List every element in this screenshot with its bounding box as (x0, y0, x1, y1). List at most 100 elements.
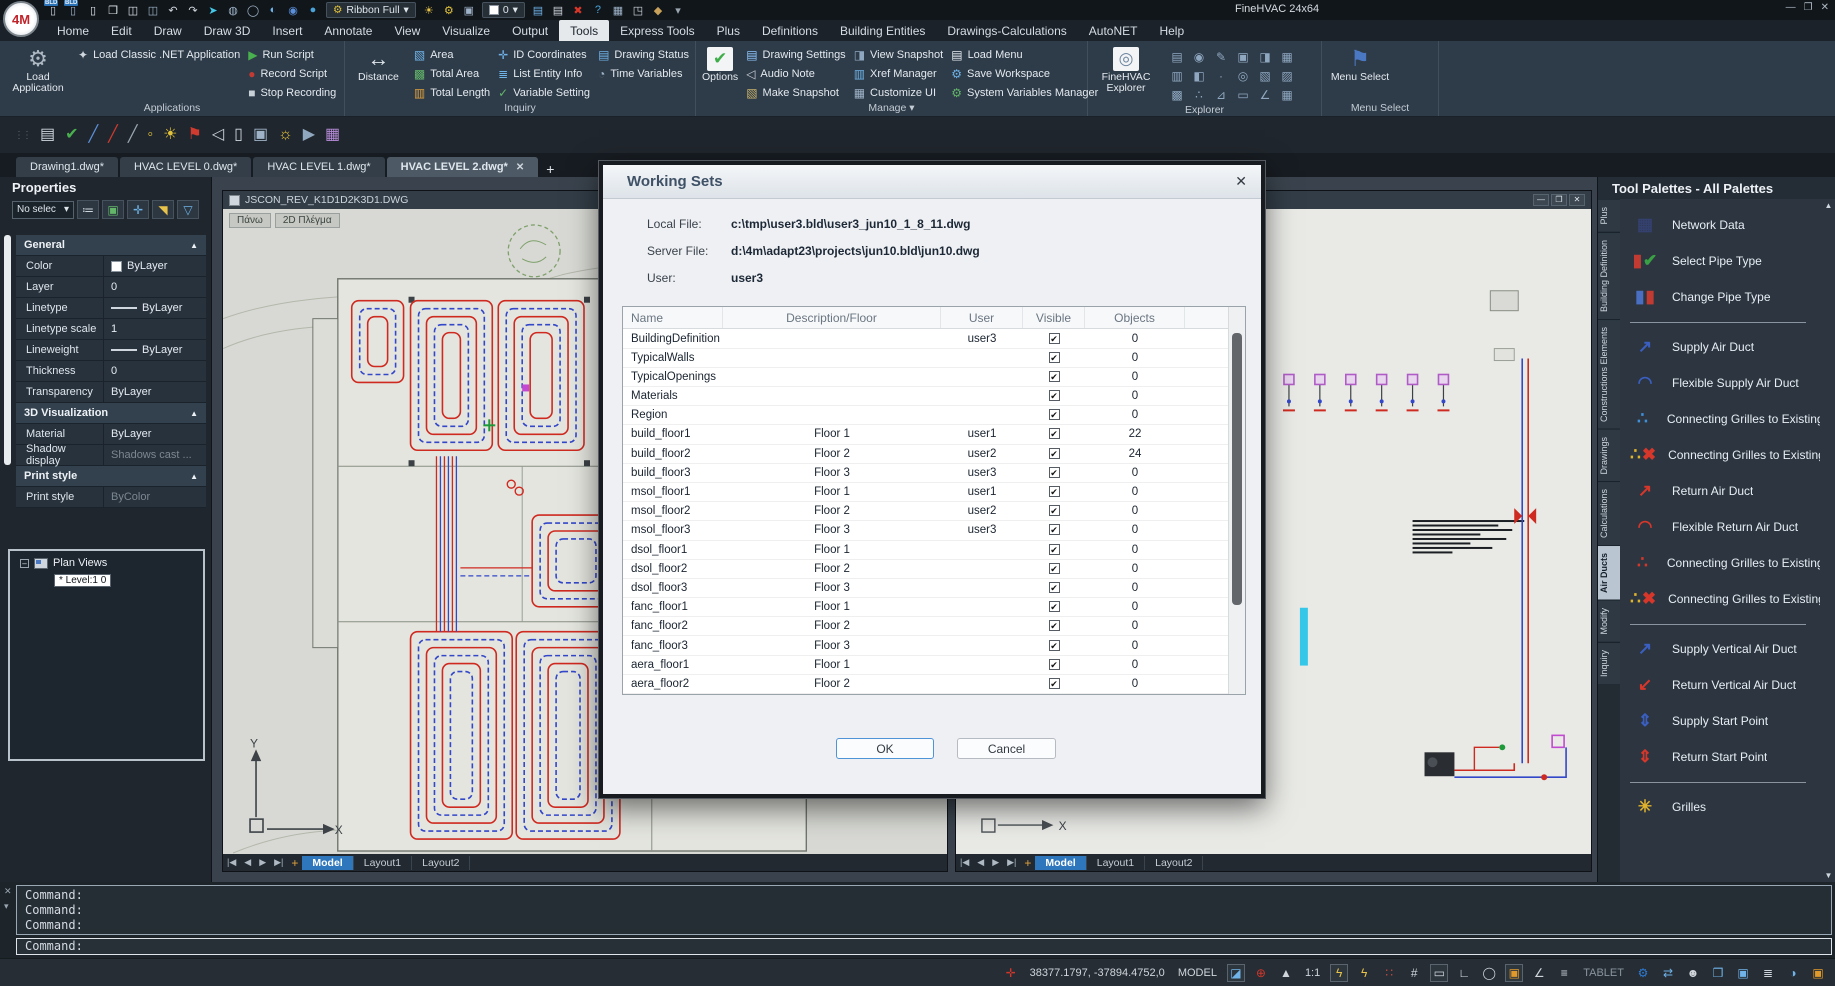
window-restore-icon[interactable]: ❐ (1551, 194, 1567, 206)
table-row[interactable]: aera_floor2Floor 2✔0 (623, 675, 1228, 694)
palette-scrollbar[interactable]: ▲ ▼ (1822, 199, 1835, 882)
explorer-tool-5-icon[interactable]: ◨ (1254, 47, 1276, 66)
package-icon[interactable]: ◳ (629, 2, 647, 18)
palette-item-supply-vertical-air-duct[interactable]: ↗Supply Vertical Air Duct (1630, 631, 1820, 667)
sheet-nav-icon-2[interactable]: ▶ (255, 857, 270, 868)
visible-checkbox[interactable]: ✔ (1049, 563, 1060, 574)
visible-checkbox[interactable]: ✔ (1049, 620, 1060, 631)
explorer-tool-3-icon[interactable]: ✎ (1210, 47, 1232, 66)
property-row-thickness[interactable]: Thickness0 (16, 361, 206, 382)
sheet-nav-icon-3[interactable]: ▶| (1003, 857, 1020, 868)
forward-arrow-icon[interactable]: ▶ (303, 129, 315, 141)
menu-tab-insert[interactable]: Insert (261, 20, 313, 41)
viewport-control-[interactable]: Πάνω (229, 213, 271, 228)
blue-line-icon[interactable]: ╱ (89, 129, 99, 141)
menu-tab-building-entities[interactable]: Building Entities (829, 20, 936, 41)
viewport-control-2d[interactable]: 2D Πλέγμα (275, 213, 340, 228)
layer-control[interactable]: 0 ▾ (482, 2, 525, 18)
model-space-label[interactable]: MODEL (1175, 967, 1220, 979)
menu-tab-plus[interactable]: Plus (706, 20, 751, 41)
palette-tab-constructions-elements[interactable]: Constructions Elements (1598, 319, 1620, 429)
document-tab-drawing1-dwg[interactable]: Drawing1.dwg* (16, 157, 118, 177)
isodraft-icon[interactable]: ▲ (1277, 964, 1295, 982)
visible-checkbox[interactable]: ✔ (1049, 601, 1060, 612)
customize-ui-button[interactable]: ▦Customize UI (854, 84, 944, 102)
table-row[interactable]: msol_floor2Floor 2user2✔0 (623, 502, 1228, 521)
property-row-material[interactable]: MaterialByLayer (16, 424, 206, 445)
sheet-tab-layout1[interactable]: Layout1 (1087, 856, 1145, 870)
visible-checkbox[interactable]: ✔ (1049, 448, 1060, 459)
sphere-hidden-icon[interactable]: ◯ (244, 2, 262, 18)
sheet-nav-icon-0[interactable]: |◀ (223, 857, 240, 868)
stop-recording-button[interactable]: ■Stop Recording (248, 84, 336, 102)
table-row[interactable]: Materials✔0 (623, 387, 1228, 406)
palette-tab-modify[interactable]: Modify (1598, 600, 1620, 642)
visible-checkbox[interactable]: ✔ (1049, 352, 1060, 363)
visible-checkbox[interactable]: ✔ (1049, 582, 1060, 593)
plot-preview-icon[interactable]: ▤ (40, 129, 55, 141)
tab-close-icon[interactable]: ✕ (516, 162, 524, 173)
table-row[interactable]: dsol_floor3Floor 3✔0 (623, 579, 1228, 598)
cube-icon[interactable]: ◆ (649, 2, 667, 18)
palette-tab-drawings[interactable]: Drawings (1598, 429, 1620, 482)
property-row-linetype[interactable]: LinetypeByLayer (16, 298, 206, 319)
palette-item-supply-start-point[interactable]: ⇕Supply Start Point (1630, 703, 1820, 739)
explorer-tool-15-icon[interactable]: ⊿ (1210, 85, 1232, 104)
table-row[interactable]: build_floor1Floor 1user1✔22 (623, 425, 1228, 444)
menu-tab-drawings-calculations[interactable]: Drawings-Calculations (936, 20, 1077, 41)
list-entity-info-button[interactable]: ≣List Entity Info (498, 65, 590, 83)
sheet-tab-model[interactable]: Model (1035, 856, 1086, 870)
close-icon[interactable]: ✕ (1821, 2, 1829, 13)
properties-section-3d-visualization[interactable]: 3D Visualization▲ (16, 403, 206, 424)
table-row[interactable]: msol_floor1Floor 1user1✔0 (623, 483, 1228, 502)
menu-select-button[interactable]: ⚑Menu Select (1328, 45, 1392, 83)
load-classic-net-application-button[interactable]: ✦Load Classic .NET Application (78, 46, 240, 64)
layer-stack-icon[interactable]: ≣ (1759, 964, 1777, 982)
document-tab-hvac-level-0-dwg[interactable]: HVAC LEVEL 0.dwg* (120, 157, 251, 177)
property-row-linetype-scale[interactable]: Linetype scale1 (16, 319, 206, 340)
undo-icon[interactable]: ↶ (164, 2, 182, 18)
palette-tab-building-definition[interactable]: Building Definition (1598, 232, 1620, 319)
new-layout-icon[interactable]: + (287, 856, 302, 870)
explorer-tool-18-icon[interactable]: ▦ (1276, 85, 1298, 104)
new-tab-button[interactable]: + (540, 161, 560, 177)
tree-collapse-icon[interactable]: – (20, 559, 29, 568)
new-layout-icon[interactable]: + (1020, 856, 1035, 870)
table-row[interactable]: fanc_floor3Floor 3✔0 (623, 636, 1228, 655)
printer-icon[interactable]: ▤ (549, 2, 567, 18)
dual-screens-icon[interactable]: ❒ (1709, 964, 1727, 982)
palette-item-supply-air-duct[interactable]: ↗Supply Air Duct (1630, 329, 1820, 365)
table-row[interactable]: TypicalOpenings✔0 (623, 368, 1228, 387)
table-row[interactable]: msol_floor3Floor 3user3✔0 (623, 521, 1228, 540)
pickadd-toggle-button[interactable]: ▣ (102, 200, 124, 219)
menu-tab-view[interactable]: View (383, 20, 431, 41)
view-snapshot-button[interactable]: ◨View Snapshot (854, 46, 944, 64)
table-row[interactable]: aera_floor1Floor 1✔0 (623, 656, 1228, 675)
visible-checkbox[interactable]: ✔ (1049, 428, 1060, 439)
column-header-visible[interactable]: Visible (1023, 307, 1085, 328)
table-scrollbar[interactable] (1228, 307, 1245, 694)
menu-tab-output[interactable]: Output (501, 20, 559, 41)
property-row-print-style[interactable]: Print styleByColor (16, 487, 206, 508)
ucs-box-icon[interactable]: ▣ (460, 2, 478, 18)
sheet-nav-icon-3[interactable]: ▶| (270, 857, 287, 868)
audio-note-button[interactable]: ◁Audio Note (746, 65, 846, 83)
autotrack-icon[interactable]: ⊕ (1252, 964, 1270, 982)
load-menu-button[interactable]: ▤Load Menu (951, 46, 1098, 64)
grid-display-icon[interactable]: # (1405, 964, 1423, 982)
ortho-mode-icon[interactable]: ∟ (1455, 964, 1473, 982)
menu-tab-help[interactable]: Help (1148, 20, 1195, 41)
bld-ref-icon[interactable]: ▯BLD (64, 2, 82, 18)
document-tab-hvac-level-1-dwg[interactable]: HVAC LEVEL 1.dwg* (253, 157, 384, 177)
sun-icon[interactable]: ☀ (163, 129, 177, 141)
redo-icon[interactable]: ↷ (184, 2, 202, 18)
palette-item-select-pipe-type[interactable]: ▮✔Select Pipe Type (1630, 243, 1820, 279)
share-session-icon[interactable]: ⇄ (1659, 964, 1677, 982)
tablet-label[interactable]: TABLET (1580, 967, 1627, 979)
table-row[interactable]: build_floor3Floor 3user3✔0 (623, 464, 1228, 483)
sun-gear-icon[interactable]: ⚙ (440, 2, 458, 18)
explorer-tool-12-icon[interactable]: ▨ (1276, 66, 1298, 85)
explorer-tool-11-icon[interactable]: ▧ (1254, 66, 1276, 85)
etransmit-icon[interactable]: ▦ (609, 2, 627, 18)
red-line-icon[interactable]: ╱ (108, 129, 118, 141)
